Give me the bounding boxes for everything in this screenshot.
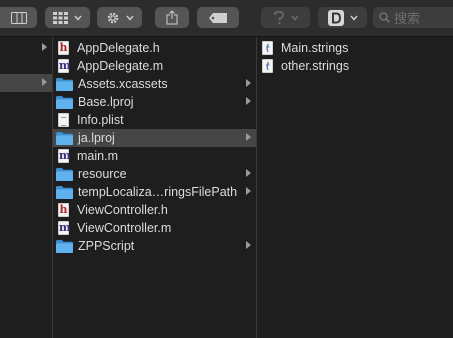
folder-icon bbox=[56, 185, 73, 199]
list-item-selected[interactable]: ja.lproj bbox=[53, 129, 256, 147]
list-item[interactable]: h AppDelegate.h bbox=[53, 39, 256, 57]
action-button[interactable] bbox=[97, 7, 142, 28]
arrange-button[interactable] bbox=[45, 7, 90, 28]
finder-toolbar: 搜索 bbox=[0, 0, 453, 37]
list-item[interactable]: Base.lproj bbox=[53, 93, 256, 111]
list-item[interactable]: ZPPScript bbox=[53, 237, 256, 255]
tag-icon bbox=[209, 12, 227, 23]
disclosure-arrow-icon bbox=[246, 79, 251, 87]
list-item[interactable]: resource bbox=[53, 165, 256, 183]
list-item-label: ja.lproj bbox=[78, 131, 115, 145]
list-item-label: other.strings bbox=[281, 59, 350, 73]
m-file-icon: m bbox=[58, 58, 71, 73]
list-item[interactable]: h ViewController.h bbox=[53, 201, 256, 219]
list-item-label: AppDelegate.m bbox=[77, 59, 164, 73]
finder-column-parent[interactable] bbox=[0, 37, 52, 338]
list-item-label: main.m bbox=[77, 149, 118, 163]
plist-file-icon bbox=[58, 112, 71, 128]
view-columns-icon bbox=[10, 11, 27, 24]
list-item-label: tempLocaliza…ringsFilePath bbox=[78, 185, 238, 199]
dash-app-icon bbox=[327, 9, 344, 26]
list-item-selected[interactable] bbox=[0, 74, 52, 92]
tag-button[interactable] bbox=[197, 7, 239, 28]
list-item-label: Base.lproj bbox=[78, 95, 134, 109]
chevron-down-icon bbox=[349, 15, 358, 21]
list-item-label: ViewController.h bbox=[77, 203, 168, 217]
folder-icon bbox=[56, 77, 73, 91]
disclosure-arrow-icon bbox=[42, 78, 47, 86]
strings-file-icon bbox=[262, 58, 275, 74]
disclosure-arrow-icon bbox=[246, 241, 251, 249]
list-item[interactable]: m main.m bbox=[53, 147, 256, 165]
strings-file-icon bbox=[262, 40, 275, 56]
finder-column-project[interactable]: h AppDelegate.h m AppDelegate.m Assets.xcass… bbox=[53, 37, 256, 338]
folder-icon bbox=[56, 167, 73, 181]
disclosure-arrow-icon bbox=[246, 187, 251, 195]
disclosure-arrow-icon bbox=[246, 97, 251, 105]
list-item-label: ZPPScript bbox=[78, 239, 135, 253]
chevron-down-icon bbox=[125, 15, 134, 21]
list-item[interactable]: other.strings bbox=[257, 57, 453, 75]
chevron-down-icon bbox=[74, 15, 82, 21]
help-button[interactable] bbox=[261, 7, 310, 28]
search-icon bbox=[379, 12, 390, 23]
list-item[interactable]: Main.strings bbox=[257, 39, 453, 57]
search-placeholder: 搜索 bbox=[394, 11, 421, 26]
list-item-label: Assets.xcassets bbox=[78, 77, 168, 91]
list-item[interactable]: m AppDelegate.m bbox=[53, 57, 256, 75]
list-item-label: ViewController.m bbox=[77, 221, 172, 235]
m-file-icon: m bbox=[58, 220, 71, 235]
folder-icon bbox=[56, 95, 73, 109]
h-file-icon: h bbox=[58, 202, 69, 217]
view-options-icon bbox=[53, 11, 68, 24]
h-file-icon: h bbox=[58, 40, 69, 55]
help-icon bbox=[273, 10, 284, 24]
view-columns-button[interactable] bbox=[0, 7, 37, 28]
list-item[interactable]: Info.plist bbox=[53, 111, 256, 129]
dash-app-button[interactable] bbox=[318, 7, 367, 28]
list-item[interactable]: Assets.xcassets bbox=[53, 75, 256, 93]
gear-icon bbox=[107, 12, 118, 23]
list-item[interactable]: tempLocaliza…ringsFilePath bbox=[53, 183, 256, 201]
list-item[interactable] bbox=[0, 39, 52, 57]
share-button[interactable] bbox=[155, 7, 189, 28]
list-item[interactable]: m ViewController.m bbox=[53, 219, 256, 237]
share-icon bbox=[166, 10, 178, 25]
m-file-icon: m bbox=[58, 148, 71, 163]
disclosure-arrow-icon bbox=[246, 133, 251, 141]
chevron-down-icon bbox=[290, 15, 299, 21]
folder-icon bbox=[56, 131, 73, 145]
search-field[interactable]: 搜索 bbox=[373, 7, 453, 28]
disclosure-arrow-icon bbox=[246, 169, 251, 177]
list-item-label: resource bbox=[78, 167, 127, 181]
disclosure-arrow-icon bbox=[42, 43, 47, 51]
list-item-label: Main.strings bbox=[281, 41, 349, 55]
list-item-label: AppDelegate.h bbox=[77, 41, 160, 55]
list-item-label: Info.plist bbox=[77, 113, 124, 127]
folder-icon bbox=[56, 239, 73, 253]
finder-column-ja-lproj[interactable]: Main.strings other.strings bbox=[257, 37, 453, 338]
